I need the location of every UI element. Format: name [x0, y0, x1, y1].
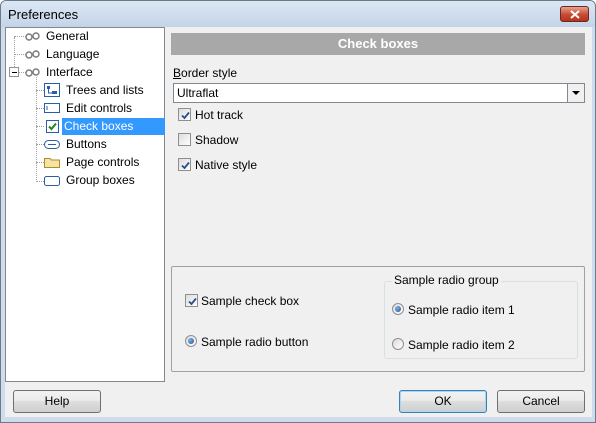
checkbox-label: Hot track: [195, 108, 244, 122]
tree-item-edit-controls[interactable]: Edit controls: [6, 100, 164, 117]
tree-item-label: Check boxes: [62, 118, 165, 135]
settings-gears-icon: [25, 68, 40, 77]
tree-item-label: Edit controls: [66, 101, 133, 115]
title-bar[interactable]: Preferences: [1, 1, 595, 27]
dialog-client-area: General Language Interface Trees and lis…: [5, 27, 592, 417]
checkbox-icon: [46, 120, 59, 133]
border-style-label-accel: B: [173, 66, 182, 80]
tree-item-label: Buttons: [66, 137, 107, 151]
tree-connector: [36, 144, 44, 145]
shadow-checkbox[interactable]: Shadow: [178, 133, 298, 149]
sample-radio-group: Sample radio group Sample radio item 1 S…: [384, 273, 578, 359]
tree-item-label: General: [46, 29, 89, 43]
checkbox-box[interactable]: [185, 294, 198, 307]
border-style-dropdown[interactable]: Ultraflat: [173, 83, 585, 103]
help-button[interactable]: Help: [13, 390, 101, 413]
hot-track-checkbox[interactable]: Hot track: [178, 108, 298, 124]
collapse-icon[interactable]: [9, 67, 19, 77]
checkbox-label: Sample check box: [201, 294, 300, 308]
tree-item-page-controls[interactable]: Page controls: [6, 154, 164, 171]
tree-connector: [36, 162, 44, 163]
radio-circle[interactable]: [185, 335, 197, 347]
tree-connector: [36, 126, 44, 127]
tree-item-trees-and-lists[interactable]: Trees and lists: [6, 82, 164, 99]
tree-connector: [36, 90, 44, 91]
tree-item-group-boxes[interactable]: Group boxes: [6, 172, 164, 189]
tree-item-label: Language: [46, 47, 100, 61]
ok-button[interactable]: OK: [399, 390, 487, 413]
checkbox-label: Shadow: [195, 133, 239, 147]
settings-gears-icon: [25, 32, 40, 41]
window-title: Preferences: [8, 7, 79, 22]
checkbox-label: Native style: [195, 158, 258, 172]
border-style-label-rest: order style: [181, 66, 238, 80]
tree-item-interface[interactable]: Interface: [6, 64, 164, 81]
sample-radio-button[interactable]: Sample radio button: [185, 335, 335, 351]
tree-item-general[interactable]: General: [6, 28, 164, 45]
tree-connector: [36, 181, 44, 182]
preferences-tree[interactable]: General Language Interface Trees and lis…: [5, 27, 165, 382]
section-header: Check boxes: [171, 33, 585, 55]
sample-radio-item-2[interactable]: Sample radio item 2: [392, 338, 542, 354]
border-style-label: Border style: [173, 66, 237, 80]
tree-item-label: Interface: [46, 65, 93, 79]
native-style-checkbox[interactable]: Native style: [178, 158, 298, 174]
radio-label: Sample radio item 2: [408, 338, 515, 352]
sample-check-box[interactable]: Sample check box: [185, 294, 335, 310]
radio-label: Sample radio item 1: [408, 303, 515, 317]
sample-radio-item-1[interactable]: Sample radio item 1: [392, 303, 542, 319]
check-mark-icon: [188, 297, 197, 306]
border-style-value: Ultraflat: [177, 86, 219, 100]
check-mark-icon: [181, 161, 190, 170]
button-icon: [44, 140, 60, 149]
tree-list-icon: [44, 83, 60, 97]
preferences-window: Preferences General Language Interface T…: [0, 0, 596, 423]
radio-circle[interactable]: [392, 303, 404, 315]
radio-circle[interactable]: [392, 338, 404, 350]
group-box-icon: [44, 176, 60, 186]
radio-label: Sample radio button: [201, 335, 309, 349]
tree-connector: [36, 108, 44, 109]
tree-item-language[interactable]: Language: [6, 46, 164, 63]
folder-icon: [44, 158, 60, 168]
tree-item-buttons[interactable]: Buttons: [6, 136, 164, 153]
settings-gears-icon: [25, 50, 40, 59]
checkbox-box[interactable]: [178, 108, 191, 121]
cancel-button[interactable]: Cancel: [497, 390, 585, 413]
group-caption: Sample radio group: [392, 273, 501, 287]
tree-item-label: Page controls: [66, 155, 140, 169]
edit-box-icon: [44, 103, 60, 113]
dropdown-arrow-icon[interactable]: [567, 84, 584, 102]
checkbox-box[interactable]: [178, 158, 191, 171]
check-mark-icon: [181, 111, 190, 120]
close-icon: [570, 10, 580, 19]
button-bar: Help OK Cancel: [5, 380, 592, 417]
tree-item-check-boxes[interactable]: Check boxes: [6, 118, 165, 135]
checkbox-box[interactable]: [178, 133, 191, 146]
tree-item-label: Group boxes: [66, 173, 135, 187]
tree-item-label: Trees and lists: [66, 83, 144, 97]
preview-area: Sample check box Sample radio button Sam…: [171, 266, 585, 372]
close-button[interactable]: [560, 6, 589, 22]
